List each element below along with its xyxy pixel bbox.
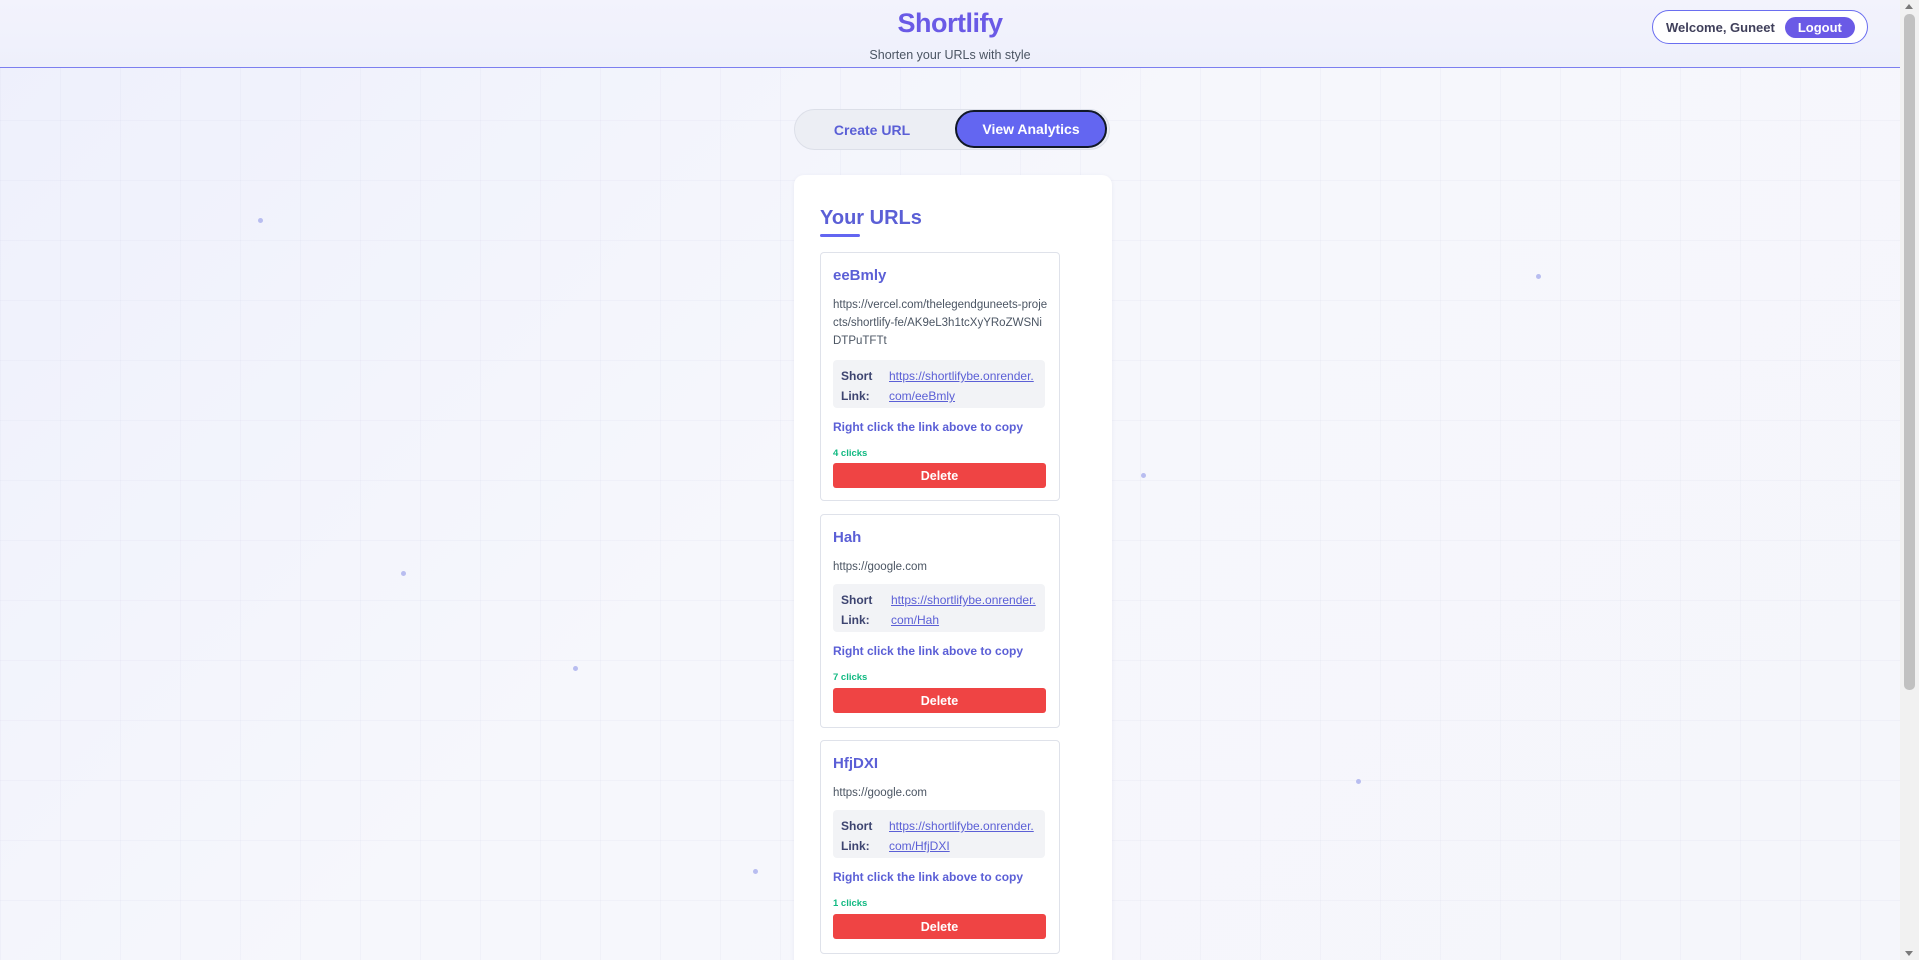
- copy-hint: Right click the link above to copy: [833, 420, 1024, 434]
- decorative-dot: [1536, 274, 1541, 279]
- short-link[interactable]: https://shortlifybe.onrender.com/eeBmly: [889, 366, 1037, 406]
- view-tabs: Create URL View Analytics: [794, 109, 1110, 150]
- app-header: Shortlify Shorten your URLs with style W…: [0, 0, 1900, 68]
- tab-view-analytics[interactable]: View Analytics: [955, 110, 1107, 148]
- decorative-dot: [1141, 473, 1146, 478]
- brand-logo: Shortlify: [897, 8, 1003, 38]
- short-link-box: Short Link: https://shortlifybe.onrender…: [833, 584, 1045, 632]
- short-link-box: Short Link: https://shortlifybe.onrender…: [833, 810, 1045, 858]
- url-card: Hah https://google.com Short Link: https…: [820, 514, 1060, 728]
- click-count: 7 clicks: [833, 672, 868, 683]
- url-card: eeBmly https://vercel.com/thelegendgunee…: [820, 252, 1060, 501]
- short-link-label: Short Link:: [841, 369, 873, 403]
- tab-create-url[interactable]: Create URL: [797, 111, 947, 148]
- original-url: https://google.com: [833, 561, 927, 573]
- short-link-label: Short Link:: [841, 819, 873, 853]
- logout-button[interactable]: Logout: [1784, 16, 1855, 38]
- page-scrollbar[interactable]: [1900, 0, 1919, 960]
- url-name: eeBmly: [833, 267, 887, 284]
- scroll-thumb[interactable]: [1904, 14, 1915, 690]
- tagline: Shorten your URLs with style: [869, 48, 1031, 62]
- urls-panel: Your URLs eeBmly https://vercel.com/thel…: [794, 175, 1112, 960]
- decorative-dot: [1356, 779, 1361, 784]
- short-link-label: Short Link:: [841, 593, 873, 627]
- original-url: https://google.com: [833, 787, 927, 799]
- scroll-down-icon[interactable]: [1905, 951, 1913, 956]
- decorative-dot: [573, 666, 578, 671]
- short-link[interactable]: https://shortlifybe.onrender.com/HfjDXI: [889, 816, 1037, 856]
- user-menu: Welcome, Guneet Logout: [1652, 10, 1868, 44]
- copy-hint: Right click the link above to copy: [833, 870, 1024, 884]
- original-url: https://vercel.com/thelegendguneets-proj…: [833, 299, 1048, 347]
- decorative-dot: [753, 869, 758, 874]
- panel-title: Your URLs: [820, 207, 922, 229]
- title-underline: [820, 234, 860, 237]
- welcome-text: Welcome, Guneet: [1666, 19, 1775, 35]
- copy-hint: Right click the link above to copy: [833, 644, 1024, 658]
- decorative-dot: [401, 571, 406, 576]
- delete-button[interactable]: Delete: [833, 914, 1046, 939]
- click-count: 1 clicks: [833, 898, 868, 909]
- click-count: 4 clicks: [833, 448, 868, 459]
- url-card: HfjDXI https://google.com Short Link: ht…: [820, 740, 1060, 954]
- url-name: HfjDXI: [833, 755, 878, 772]
- scroll-up-icon[interactable]: [1905, 4, 1913, 9]
- decorative-dot: [258, 218, 263, 223]
- short-link[interactable]: https://shortlifybe.onrender.com/Hah: [891, 590, 1039, 630]
- url-name: Hah: [833, 529, 862, 546]
- short-link-box: Short Link: https://shortlifybe.onrender…: [833, 360, 1045, 408]
- delete-button[interactable]: Delete: [833, 688, 1046, 713]
- delete-button[interactable]: Delete: [833, 463, 1046, 488]
